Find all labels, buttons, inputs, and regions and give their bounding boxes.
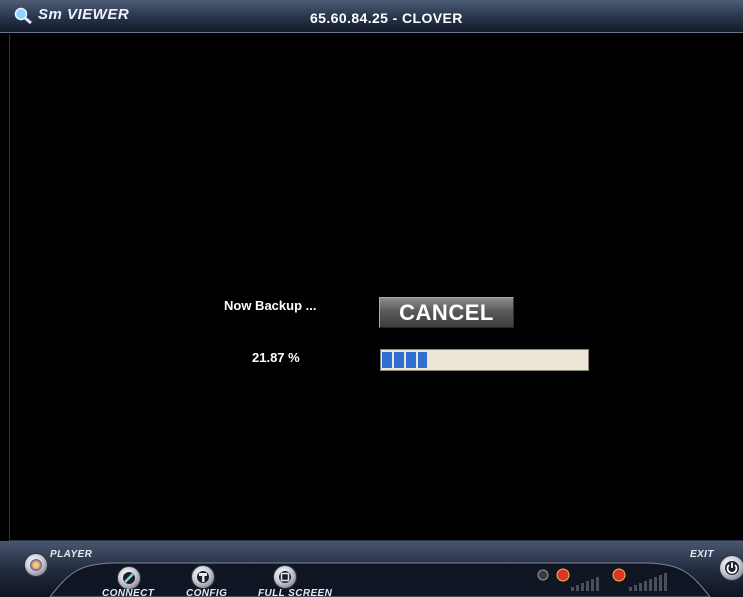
player-button[interactable] [24, 553, 48, 577]
config-label: CONFIG [186, 588, 228, 597]
magnifier-icon [14, 7, 32, 25]
config-button[interactable] [191, 565, 215, 589]
fullscreen-label: FULL SCREEN [258, 588, 333, 597]
speaker-icon [612, 568, 626, 582]
hammer-icon [197, 571, 209, 583]
exit-button[interactable] [719, 555, 743, 581]
player-icon [30, 559, 42, 571]
audio-meter-right [612, 568, 667, 591]
power-icon [725, 561, 739, 575]
compass-icon [123, 572, 135, 584]
progress-segment [394, 352, 404, 368]
backup-progress-fill [382, 352, 427, 368]
connect-label: CONNECT [102, 588, 155, 597]
microphone-icon [537, 569, 549, 581]
connect-button[interactable] [117, 566, 141, 590]
connection-title: 65.60.84.25 - CLOVER [310, 10, 463, 26]
progress-segment [406, 352, 416, 368]
exit-label: EXIT [690, 549, 714, 560]
backup-percent: 21.87 % [252, 350, 300, 365]
progress-segment [418, 352, 427, 368]
progress-segment [382, 352, 392, 368]
bottom-toolbar: PLAYER CONNECT CONFIG FULL SCREEN EXIT [0, 541, 743, 597]
speaker-icon [556, 568, 570, 582]
video-viewport [9, 34, 743, 541]
title-bar: Sm VIEWER 65.60.84.25 - CLOVER [0, 0, 743, 33]
cancel-button[interactable]: CANCEL [379, 297, 514, 328]
backup-progress-bar [380, 349, 589, 371]
backup-status-label: Now Backup ... [224, 298, 317, 313]
player-label: PLAYER [50, 549, 93, 560]
fullscreen-icon [279, 571, 291, 583]
app-title: Sm VIEWER [38, 6, 130, 23]
fullscreen-button[interactable] [273, 565, 297, 589]
audio-meter-left [537, 568, 599, 591]
